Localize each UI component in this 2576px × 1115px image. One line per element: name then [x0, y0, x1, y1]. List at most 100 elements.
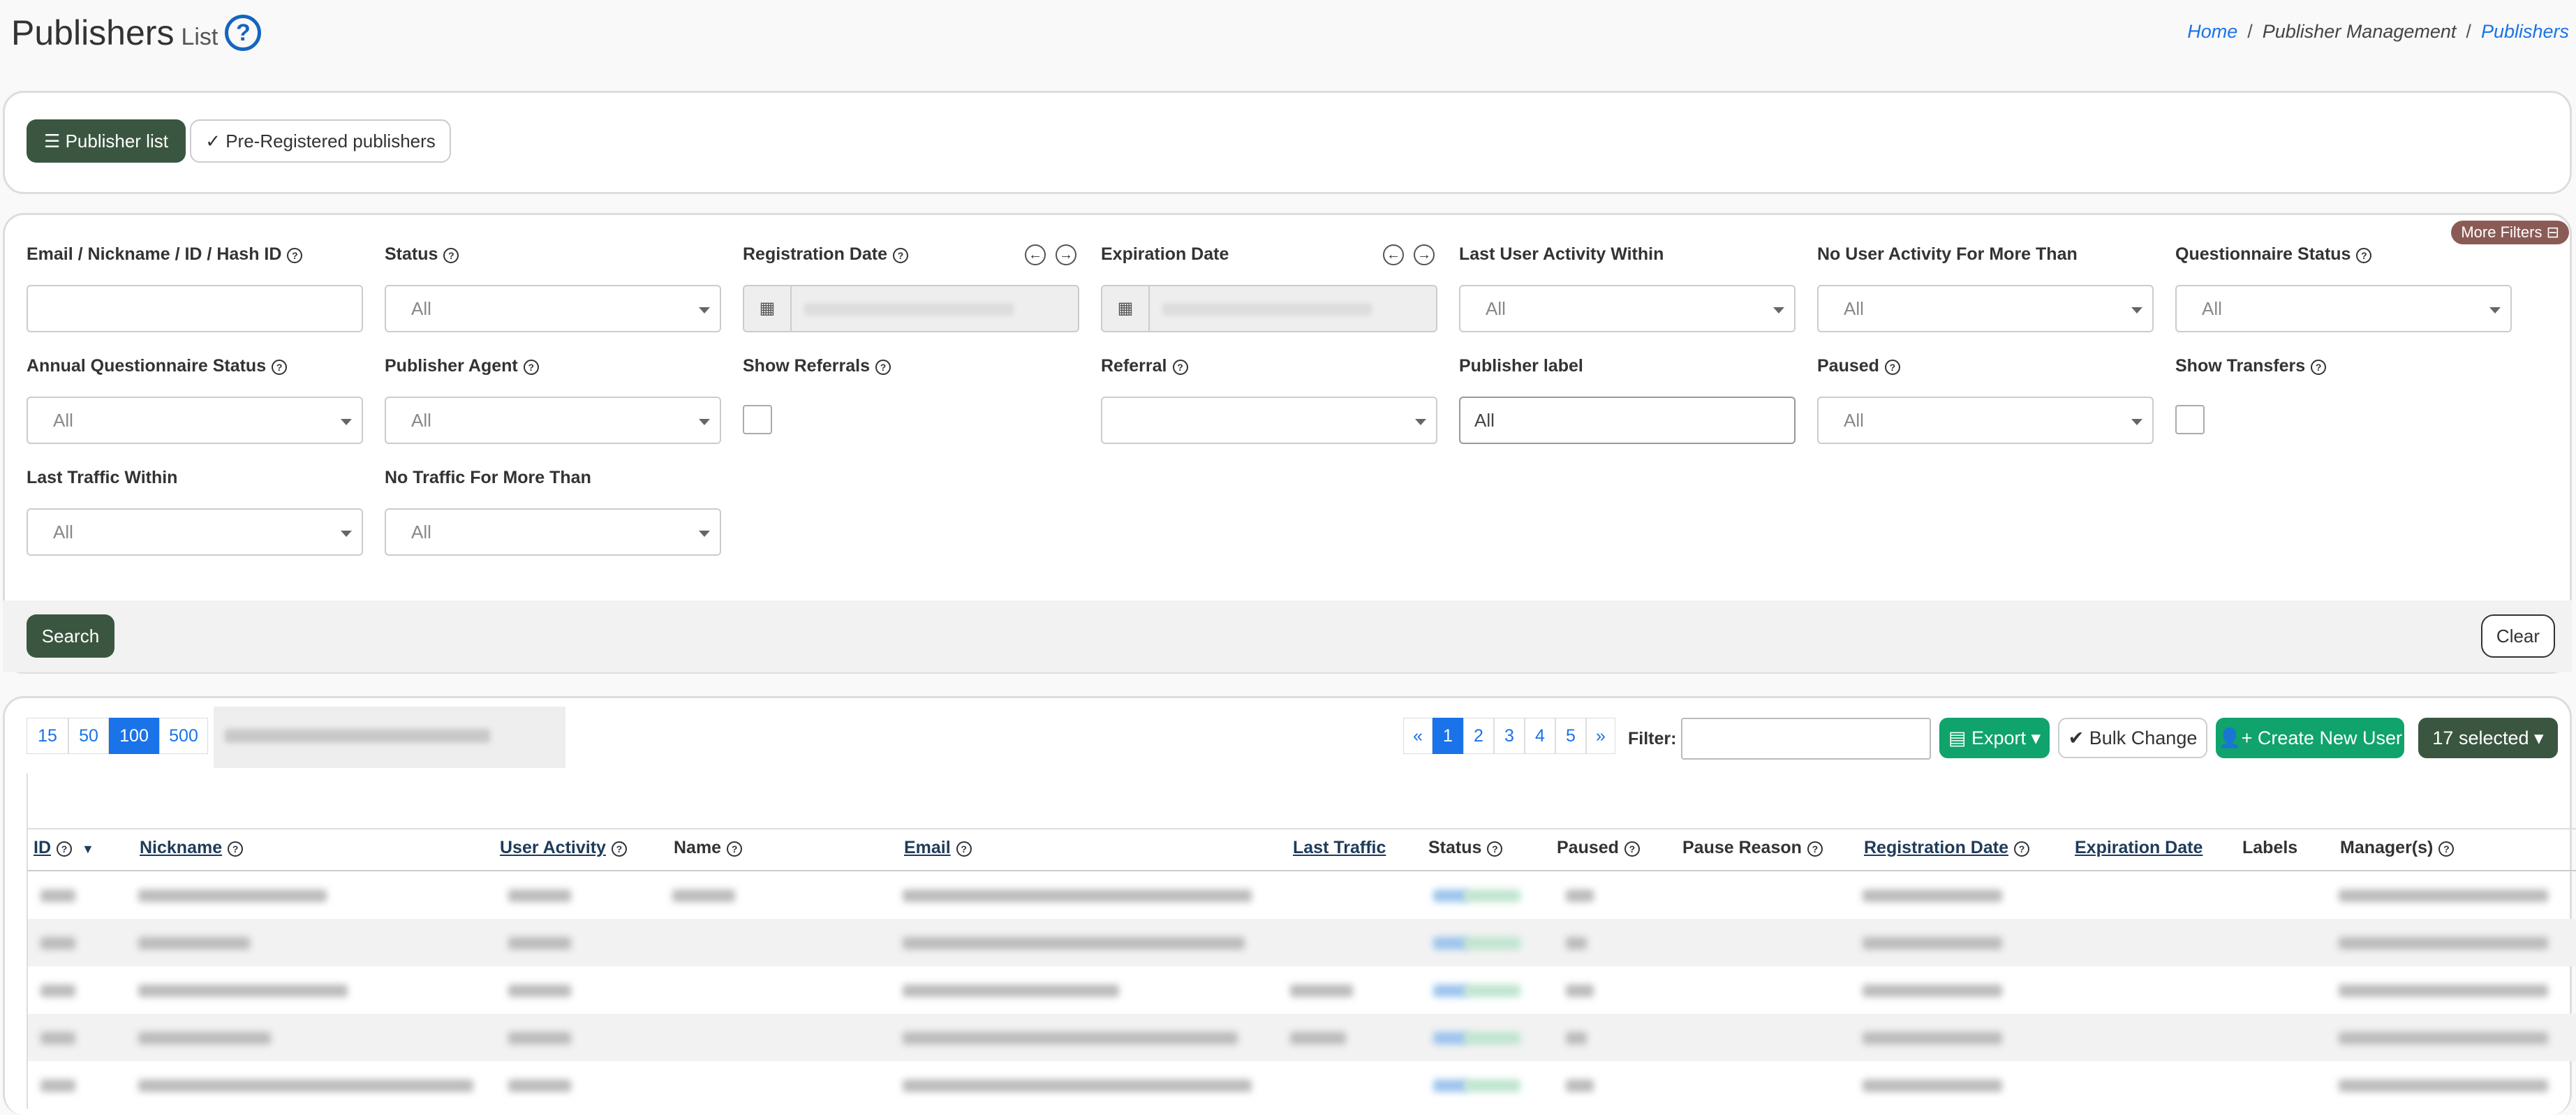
column-header-registration-date[interactable]: Registration Date? — [1864, 838, 2029, 858]
help-icon[interactable]: ? — [228, 841, 244, 857]
page-size-500[interactable]: 500 — [159, 718, 208, 754]
help-icon[interactable]: ? — [523, 360, 539, 375]
chevron-down-icon — [1415, 419, 1426, 425]
help-icon[interactable]: ? — [57, 841, 72, 857]
blurred-cell — [1465, 984, 1520, 997]
blurred-cell — [2339, 937, 2548, 950]
column-header-id[interactable]: ID? ▼ — [34, 838, 94, 858]
help-icon[interactable]: ? — [875, 360, 891, 375]
column-header-status[interactable]: Status? — [1428, 838, 1503, 858]
table-row[interactable] — [27, 1061, 2576, 1109]
referral-select[interactable] — [1101, 397, 1437, 444]
pagination-page-3[interactable]: 3 — [1494, 718, 1525, 754]
help-icon[interactable]: ? — [287, 248, 303, 263]
bulk-change-button[interactable]: ✔ Bulk Change — [2058, 718, 2207, 758]
breadcrumb-home-link[interactable]: Home — [2187, 21, 2237, 42]
column-header-labels[interactable]: Labels — [2242, 838, 2297, 858]
help-icon[interactable]: ? — [1487, 841, 1503, 857]
arrow-right-icon[interactable]: → — [1056, 244, 1076, 265]
filter-actions-bar — [3, 600, 2572, 672]
tab-pre-registered[interactable]: ✓ Pre-Registered publishers — [190, 119, 451, 163]
blurred-cell — [508, 1079, 571, 1092]
table-row[interactable] — [27, 1014, 2576, 1061]
column-header-email[interactable]: Email? — [904, 838, 972, 858]
tab-publisher-list[interactable]: ☰ Publisher list — [27, 119, 186, 163]
show-referrals-checkbox[interactable] — [743, 405, 772, 434]
blurred-cell — [1863, 1079, 2002, 1092]
questionnaire-status-select[interactable]: All — [2175, 285, 2512, 332]
expiration-date-range[interactable]: ▦ — [1101, 285, 1437, 332]
clear-button[interactable]: Clear — [2481, 614, 2555, 658]
status-select-value: All — [411, 298, 431, 319]
last-user-activity-select[interactable]: All — [1459, 285, 1796, 332]
pagination-page-5[interactable]: 5 — [1555, 718, 1586, 754]
page-size-15[interactable]: 15 — [27, 718, 68, 754]
help-icon[interactable]: ? — [892, 248, 908, 263]
table-row[interactable] — [27, 871, 2576, 919]
help-icon[interactable]: ? — [1807, 841, 1823, 857]
help-icon[interactable]: ? — [2311, 360, 2327, 375]
blurred-cell — [40, 937, 75, 950]
column-header-name[interactable]: Name? — [674, 838, 743, 858]
selected-columns-button[interactable]: 17 selected ▾ — [2418, 718, 2558, 758]
page-size-50[interactable]: 50 — [68, 718, 109, 754]
column-header-expiration-date[interactable]: Expiration Date — [2075, 838, 2203, 858]
blurred-date-range — [804, 303, 1014, 316]
column-header-pause-reason[interactable]: Pause Reason? — [1682, 838, 1823, 858]
help-icon[interactable]: ? — [1624, 841, 1640, 857]
no-user-activity-select[interactable]: All — [1817, 285, 2154, 332]
publisher-label-label: Publisher label — [1459, 356, 1583, 376]
help-icon[interactable]: ? — [1884, 360, 1900, 375]
pagination-prev[interactable]: « — [1403, 718, 1433, 754]
publisher-label-input[interactable]: All — [1459, 397, 1796, 444]
show-transfers-checkbox[interactable] — [2175, 405, 2205, 434]
help-icon[interactable]: ? — [727, 841, 743, 857]
column-header-managers-label: Manager(s) — [2340, 838, 2434, 857]
last-traffic-select[interactable]: All — [27, 508, 363, 556]
help-icon[interactable]: ? — [2438, 841, 2455, 857]
paused-select[interactable]: All — [1817, 397, 2154, 444]
column-header-user-activity[interactable]: User Activity? — [500, 838, 627, 858]
column-header-nickname[interactable]: Nickname? — [140, 838, 244, 858]
search-button[interactable]: Search — [27, 614, 114, 658]
help-icon[interactable]: ? — [2356, 248, 2372, 263]
publisher-agent-select[interactable]: All — [385, 397, 721, 444]
pagination-page-4[interactable]: 4 — [1525, 718, 1555, 754]
paused-select-value: All — [1844, 410, 1864, 431]
column-header-last-traffic[interactable]: Last Traffic — [1293, 838, 1386, 858]
help-icon[interactable]: ? — [1172, 360, 1188, 375]
blurred-cell — [1433, 889, 1468, 902]
arrow-right-icon[interactable]: → — [1414, 244, 1435, 265]
help-icon[interactable]: ? — [611, 841, 627, 857]
paused-label: Paused? — [1817, 356, 1900, 376]
table-row[interactable] — [27, 919, 2576, 966]
help-icon[interactable]: ? — [272, 360, 288, 375]
column-header-managers[interactable]: Manager(s)? — [2340, 838, 2455, 858]
status-select[interactable]: All — [385, 285, 721, 332]
breadcrumb-current-link[interactable]: Publishers — [2481, 21, 2569, 42]
table-filter-input[interactable] — [1681, 718, 1931, 760]
export-button[interactable]: ▤ Export ▾ — [1939, 718, 2050, 758]
page-size-100[interactable]: 100 — [109, 718, 159, 754]
arrow-left-icon[interactable]: ← — [1025, 244, 1046, 265]
help-icon[interactable]: ? — [2013, 841, 2029, 857]
help-icon[interactable]: ? — [225, 15, 262, 51]
no-traffic-select[interactable]: All — [385, 508, 721, 556]
column-header-paused[interactable]: Paused? — [1557, 838, 1640, 858]
pagination-page-2[interactable]: 2 — [1463, 718, 1494, 754]
help-icon[interactable]: ? — [443, 248, 459, 263]
registration-date-range[interactable]: ▦ — [743, 285, 1079, 332]
more-filters-label: More Filters — [2461, 223, 2542, 241]
annual-questionnaire-select[interactable]: All — [27, 397, 363, 444]
table-row[interactable] — [27, 966, 2576, 1014]
arrow-left-icon[interactable]: ← — [1383, 244, 1404, 265]
publisher-agent-label: Publisher Agent? — [385, 356, 539, 376]
more-filters-button[interactable]: More Filters ⊟ — [2451, 221, 2569, 244]
annual-questionnaire-label-text: Annual Questionnaire Status — [27, 356, 267, 376]
pagination-next[interactable]: » — [1586, 718, 1615, 754]
help-icon[interactable]: ? — [956, 841, 972, 857]
pagination-page-1[interactable]: 1 — [1433, 718, 1463, 754]
create-new-user-button[interactable]: 👤+ Create New User — [2216, 718, 2404, 758]
blurred-cell — [672, 889, 735, 902]
email-filter-input[interactable] — [27, 285, 363, 332]
